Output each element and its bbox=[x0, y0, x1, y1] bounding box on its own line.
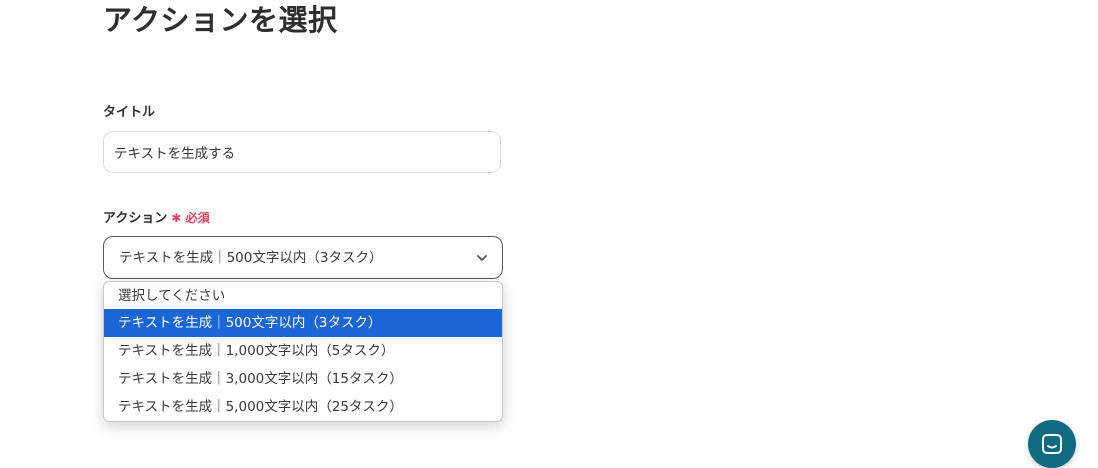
action-field-label: アクション ✱ 必須 bbox=[103, 210, 210, 227]
action-field-label-text: アクション bbox=[103, 211, 168, 226]
action-select[interactable]: テキストを生成｜500文字以内（3タスク） bbox=[103, 236, 503, 279]
chat-button[interactable] bbox=[1028, 420, 1076, 468]
action-select-value: テキストを生成｜500文字以内（3タスク） bbox=[119, 250, 383, 266]
dropdown-option[interactable]: テキストを生成｜1,000文字以内（5タスク） bbox=[104, 337, 502, 365]
chevron-down-icon bbox=[477, 255, 487, 261]
action-dropdown-list: 選択してください テキストを生成｜500文字以内（3タスク） テキストを生成｜1… bbox=[103, 281, 503, 422]
title-field-label: タイトル bbox=[103, 105, 155, 121]
dropdown-option-selected[interactable]: テキストを生成｜500文字以内（3タスク） bbox=[104, 309, 502, 337]
dropdown-option[interactable]: テキストを生成｜3,000文字以内（15タスク） bbox=[104, 365, 502, 393]
required-badge: ✱ 必須 bbox=[171, 211, 210, 225]
title-input[interactable] bbox=[103, 131, 501, 173]
title-field-label-text: タイトル bbox=[103, 105, 156, 120]
dropdown-option[interactable]: 選択してください bbox=[104, 282, 502, 309]
dropdown-option[interactable]: テキストを生成｜5,000文字以内（25タスク） bbox=[104, 393, 502, 421]
chat-icon bbox=[1042, 434, 1062, 454]
page-title: アクションを選択 bbox=[103, 3, 338, 37]
